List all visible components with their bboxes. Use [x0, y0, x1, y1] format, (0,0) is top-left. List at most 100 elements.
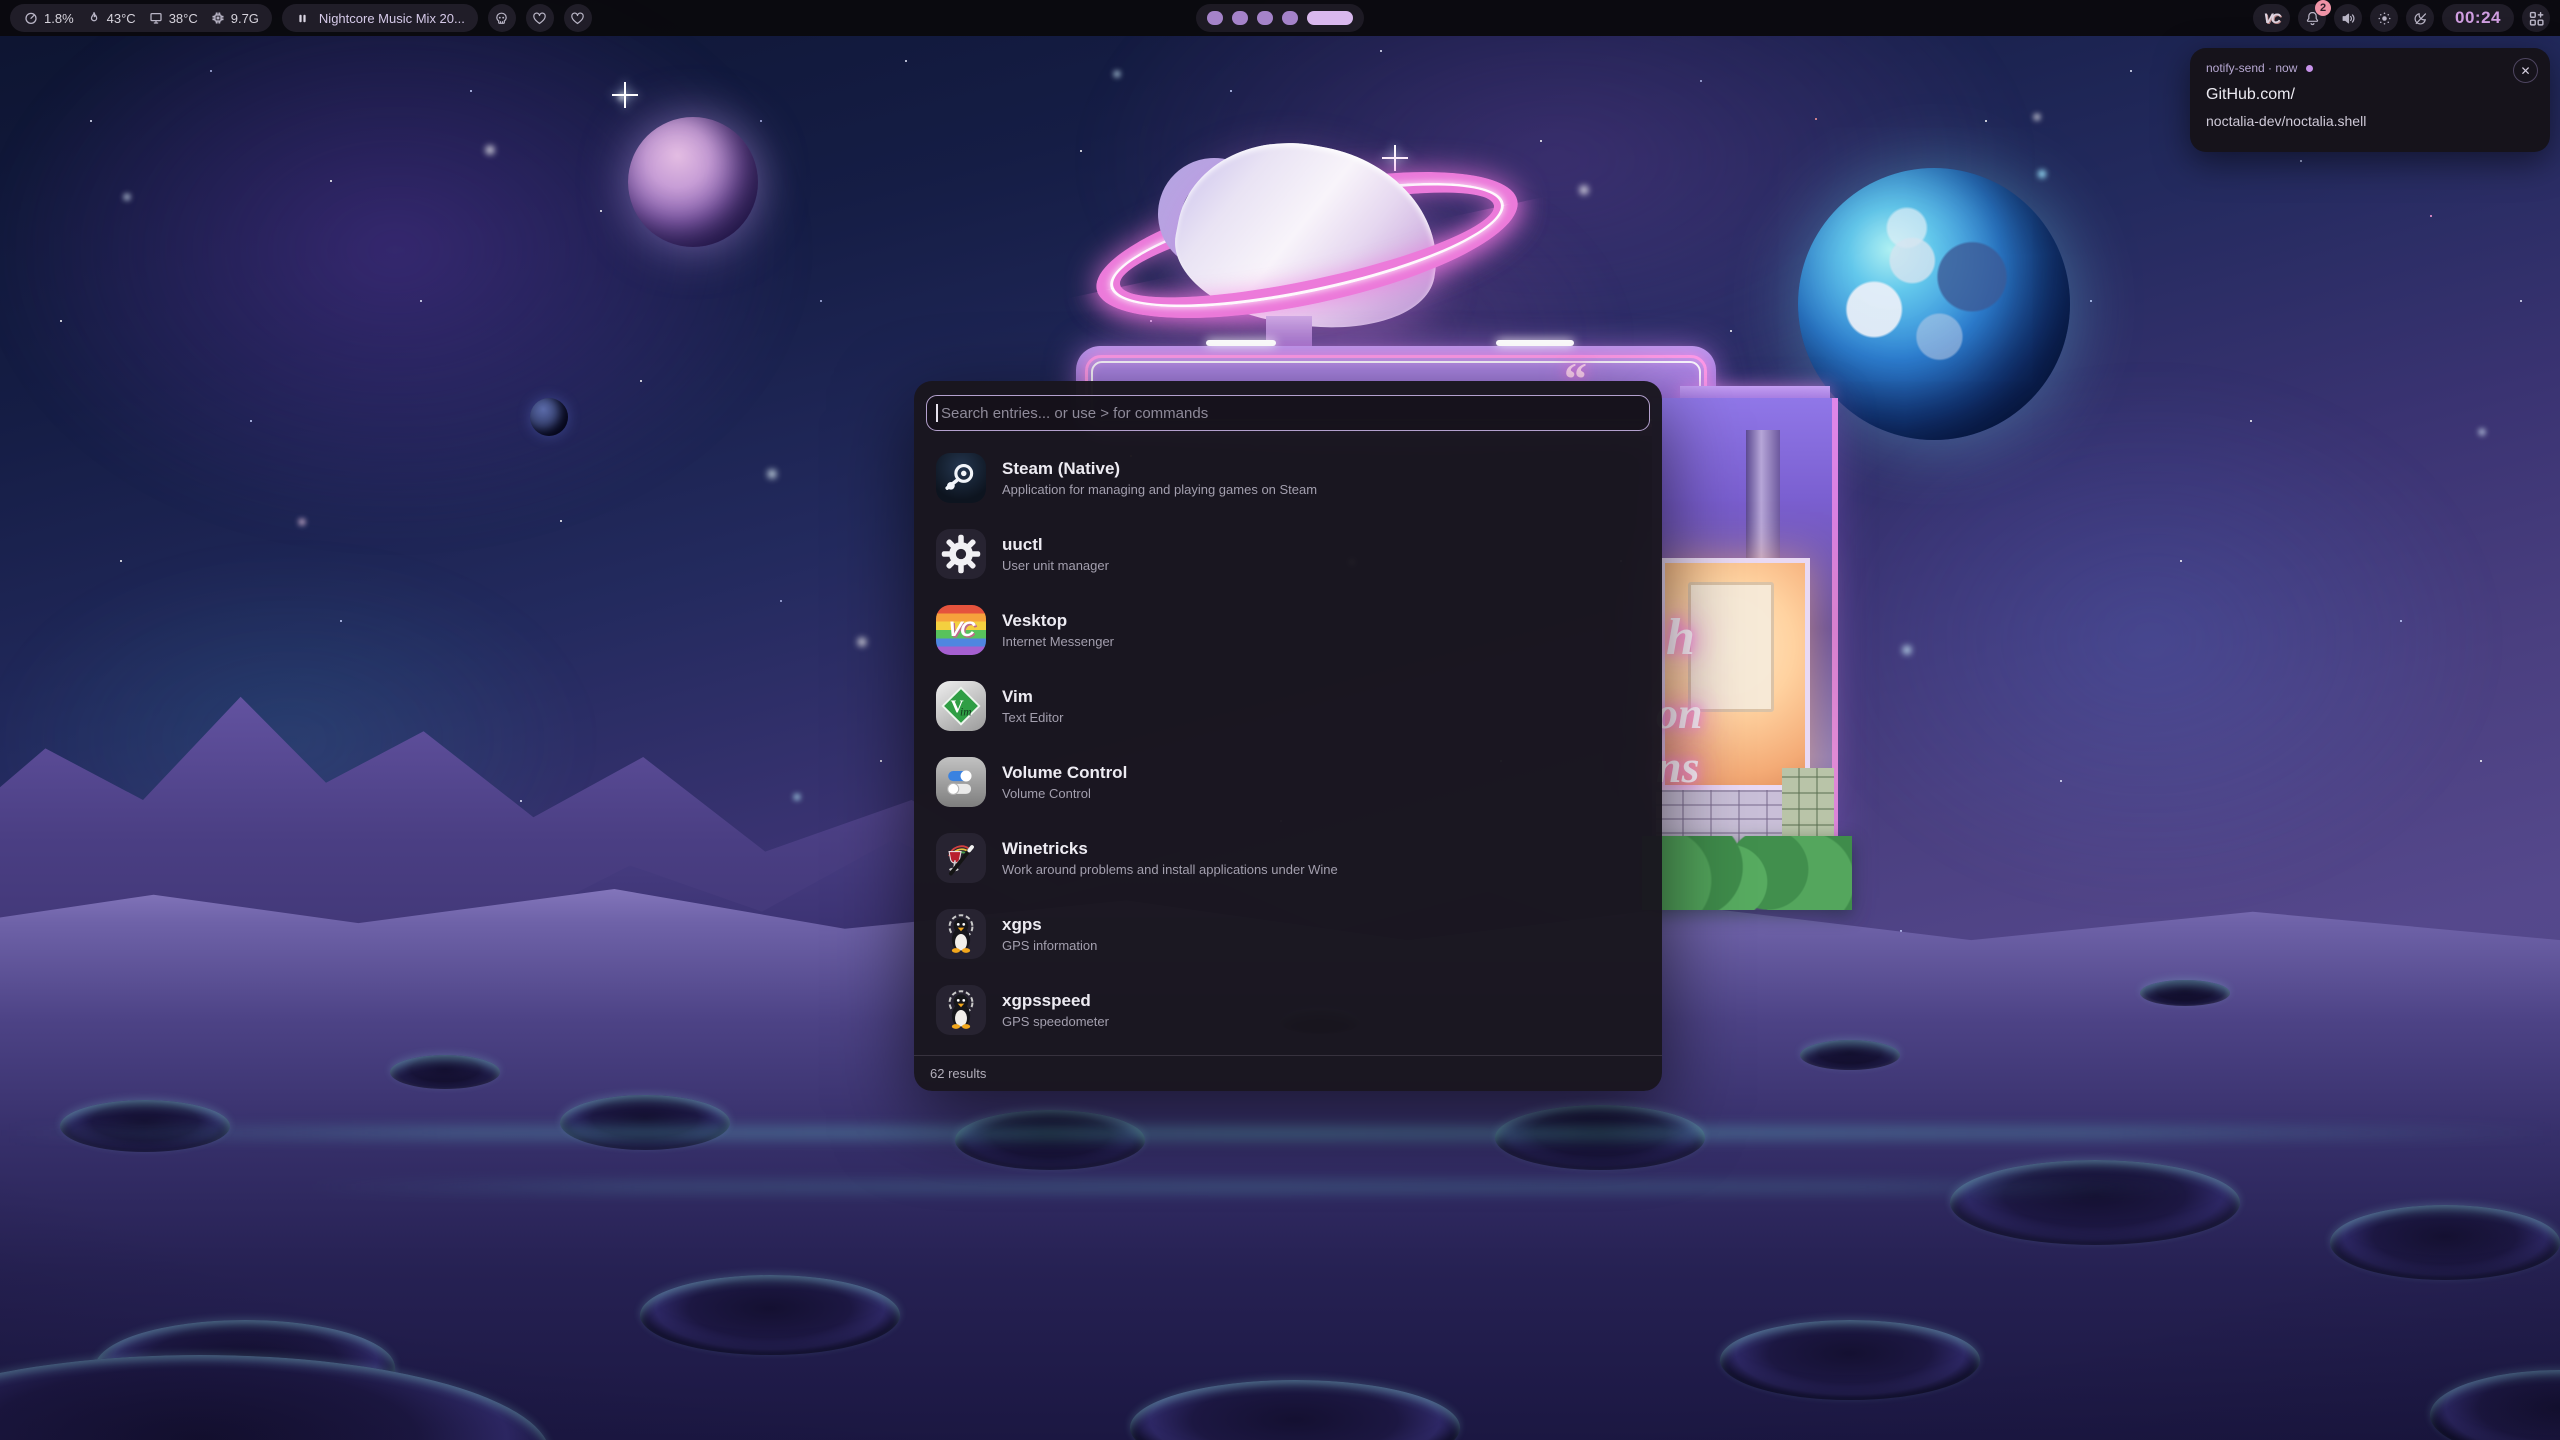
notification-app-time: notify-send · now	[2206, 61, 2297, 75]
app-launcher: Steam (Native) Application for managing …	[914, 381, 1662, 1091]
app-description: Work around problems and install applica…	[1002, 862, 1338, 877]
pause-icon	[295, 11, 310, 26]
clock-widget[interactable]: 00:24	[2442, 4, 2514, 32]
app-description: GPS information	[1002, 938, 1097, 953]
top-bar: 1.8% 43°C 38°C 9.7G Nightcore Music Mix …	[0, 0, 2560, 36]
text-caret	[936, 404, 938, 422]
skull-icon	[493, 10, 510, 27]
vesktop-icon-label: VC	[948, 618, 975, 642]
gpu-temperature-value: 38°C	[169, 11, 198, 26]
cpu-usage-value: 1.8%	[44, 11, 74, 26]
app-name: Vesktop	[1002, 611, 1114, 631]
unread-dot	[2306, 65, 2313, 72]
flame-icon	[86, 10, 102, 26]
launcher-item-text: Steam (Native) Application for managing …	[1002, 459, 1317, 497]
workspace-dot[interactable]	[1282, 11, 1298, 25]
notification-meta: notify-send · now	[2206, 61, 2534, 75]
night-light-button[interactable]	[2406, 4, 2434, 32]
heart-button[interactable]	[564, 4, 592, 32]
app-name: xgpsspeed	[1002, 991, 1109, 1011]
bar-right-group: VC 2 00:24	[2253, 4, 2550, 32]
volume-button[interactable]	[2334, 4, 2362, 32]
launcher-item-text: Winetricks Work around problems and inst…	[1002, 839, 1338, 877]
launcher-item-text: uuctl User unit manager	[1002, 535, 1109, 573]
launcher-item-text: Volume Control Volume Control	[1002, 763, 1127, 801]
monitor-icon	[148, 10, 164, 26]
notification-close-button[interactable]: ✕	[2513, 58, 2538, 83]
app-description: Text Editor	[1002, 710, 1063, 725]
launcher-item-text: xgps GPS information	[1002, 915, 1097, 953]
heart-icon	[531, 10, 548, 27]
app-description: Internet Messenger	[1002, 634, 1114, 649]
workspace-dot[interactable]	[1207, 11, 1223, 25]
cpu-temperature: 43°C	[86, 10, 136, 26]
media-title: Nightcore Music Mix 20...	[319, 11, 465, 26]
cpu-usage: 1.8%	[23, 10, 74, 26]
workspace-dot-active[interactable]	[1307, 11, 1353, 25]
notification-popup[interactable]: notify-send · now ✕ GitHub.com/ noctalia…	[2190, 48, 2550, 152]
app-name: Vim	[1002, 687, 1063, 707]
launcher-item-volume-control[interactable]: Volume Control Volume Control	[928, 749, 1648, 815]
app-name: Winetricks	[1002, 839, 1338, 859]
workspace-dot[interactable]	[1257, 11, 1273, 25]
volume-sliders-icon	[936, 757, 986, 807]
app-description: GPS speedometer	[1002, 1014, 1109, 1029]
tux-icon	[936, 985, 986, 1035]
launcher-item-text: xgpsspeed GPS speedometer	[1002, 991, 1109, 1029]
app-name: Steam (Native)	[1002, 459, 1317, 479]
app-name: xgps	[1002, 915, 1097, 935]
memory-usage-value: 9.7G	[231, 11, 259, 26]
launcher-item-winetricks[interactable]: Winetricks Work around problems and inst…	[928, 825, 1648, 891]
winetricks-icon	[936, 833, 986, 883]
notification-count-badge: 2	[2315, 0, 2331, 16]
notification-title: GitHub.com/	[2206, 86, 2534, 104]
tray-vesktop-button[interactable]: VC	[2253, 4, 2290, 32]
night-light-off-icon	[2412, 10, 2429, 27]
speaker-icon	[2340, 10, 2357, 27]
memory-usage: 9.7G	[210, 10, 259, 26]
app-grid-icon	[2528, 10, 2545, 27]
results-count: 62 results	[930, 1066, 986, 1081]
cpu-temperature-value: 43°C	[107, 11, 136, 26]
notifications-button[interactable]: 2	[2298, 4, 2326, 32]
launcher-item-text: Vesktop Internet Messenger	[1002, 611, 1114, 649]
heart-icon	[569, 10, 586, 27]
results-footer: 62 results	[914, 1055, 1662, 1091]
gauge-icon	[23, 10, 39, 26]
system-stats-widget[interactable]: 1.8% 43°C 38°C 9.7G	[10, 4, 272, 32]
launcher-item-vim[interactable]: Vim Vim Text Editor	[928, 673, 1648, 739]
workspace-indicator	[1196, 4, 1364, 32]
launcher-item-steam[interactable]: Steam (Native) Application for managing …	[928, 445, 1648, 511]
results-list: Steam (Native) Application for managing …	[926, 445, 1650, 1043]
app-name: Volume Control	[1002, 763, 1127, 783]
chip-icon	[210, 10, 226, 26]
app-description: Application for managing and playing gam…	[1002, 482, 1317, 497]
svg-text:im: im	[960, 707, 972, 719]
sun-icon	[2376, 10, 2393, 27]
launcher-item-vesktop[interactable]: VC Vesktop Internet Messenger	[928, 597, 1648, 663]
app-grid-button[interactable]	[2522, 4, 2550, 32]
tux-icon	[936, 909, 986, 959]
app-description: User unit manager	[1002, 558, 1109, 573]
clock: 00:24	[2455, 8, 2501, 28]
search-wrap	[926, 395, 1650, 431]
launcher-item-xgps[interactable]: xgps GPS information	[928, 901, 1648, 967]
brightness-button[interactable]	[2370, 4, 2398, 32]
gear-icon	[936, 529, 986, 579]
gpu-temperature: 38°C	[148, 10, 198, 26]
app-name: uuctl	[1002, 535, 1109, 555]
heart-button[interactable]	[526, 4, 554, 32]
launcher-item-xgpsspeed[interactable]: xgpsspeed GPS speedometer	[928, 977, 1648, 1043]
launcher-item-uuctl[interactable]: uuctl User unit manager	[928, 521, 1648, 587]
media-player-widget[interactable]: Nightcore Music Mix 20...	[282, 4, 478, 32]
vesktop-tray-icon: VC	[2264, 10, 2279, 26]
vim-icon: Vim	[936, 681, 986, 731]
search-input[interactable]	[926, 395, 1650, 431]
notification-body: noctalia-dev/noctalia.shell	[2206, 113, 2534, 129]
launcher-item-text: Vim Text Editor	[1002, 687, 1063, 725]
skull-button[interactable]	[488, 4, 516, 32]
app-description: Volume Control	[1002, 786, 1127, 801]
vesktop-icon: VC	[936, 605, 986, 655]
workspace-dot[interactable]	[1232, 11, 1248, 25]
close-icon: ✕	[2520, 64, 2530, 78]
